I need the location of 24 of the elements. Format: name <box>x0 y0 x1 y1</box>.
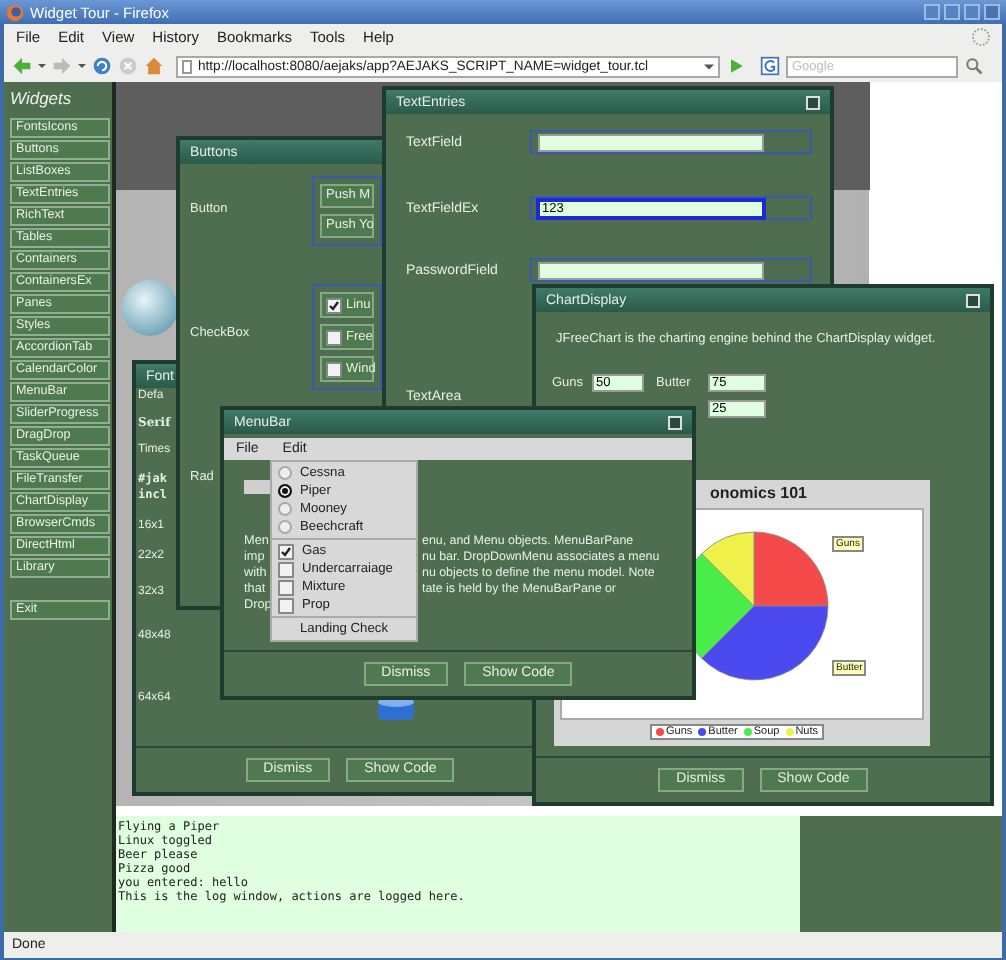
caret-icon[interactable] <box>38 62 46 70</box>
reload-icon[interactable] <box>92 56 112 76</box>
caret-icon[interactable] <box>78 62 86 70</box>
cylinder-icon <box>376 696 416 724</box>
chart-title: onomics 101 <box>710 484 807 502</box>
checkbox-icon[interactable] <box>278 561 294 577</box>
text-field[interactable] <box>530 130 812 154</box>
checkbox-icon[interactable] <box>326 329 342 345</box>
go-icon[interactable] <box>726 56 746 76</box>
throbber-icon <box>972 28 990 46</box>
home-icon[interactable] <box>144 56 164 76</box>
checkbox-icon[interactable] <box>326 297 342 313</box>
sphere-drawing <box>120 278 180 338</box>
browser-logo-icon <box>6 3 24 21</box>
caret-icon[interactable] <box>704 61 714 71</box>
page-icon <box>182 59 192 73</box>
checkbox-icon[interactable] <box>326 361 342 377</box>
checkbox-icon[interactable] <box>278 579 294 595</box>
search-icon[interactable] <box>964 56 984 76</box>
sidebar-title: Widgets <box>10 88 74 108</box>
search-engine-icon[interactable] <box>760 56 780 76</box>
checkbox-icon[interactable] <box>278 597 294 613</box>
text-field[interactable] <box>530 258 812 282</box>
checkbox-icon[interactable] <box>278 543 294 559</box>
